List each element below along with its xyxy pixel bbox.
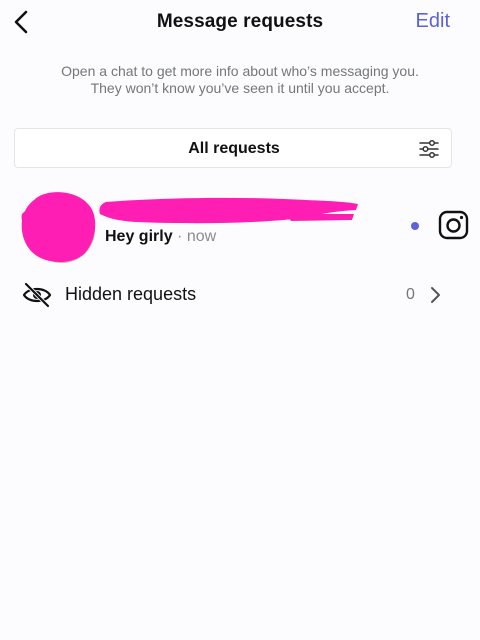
- page-title: Message requests: [156, 11, 324, 32]
- message-preview: Hey girly: [105, 228, 173, 245]
- eye-off-icon: [22, 282, 52, 308]
- unread-indicator: [411, 222, 419, 230]
- hidden-requests-count: 0: [406, 286, 415, 303]
- camera-icon[interactable]: [438, 210, 469, 240]
- info-text: Open a chat to get more info about who’s…: [20, 63, 460, 97]
- message-time: · now: [177, 228, 217, 245]
- sliders-icon[interactable]: [419, 139, 439, 159]
- info-line-2: They won’t know you’ve seen it until you…: [90, 80, 390, 96]
- info-line-1: Open a chat to get more info about who’s…: [61, 63, 419, 79]
- hidden-requests-row[interactable]: Hidden requests 0: [0, 276, 480, 314]
- edit-button[interactable]: Edit: [416, 10, 450, 33]
- filter-label: All requests: [188, 140, 280, 157]
- redacted-username: [99, 197, 358, 224]
- message-preview-line: Hey girly · now: [105, 228, 216, 246]
- hidden-requests-label: Hidden requests: [65, 284, 197, 304]
- requests-filter-bar[interactable]: All requests: [14, 128, 452, 168]
- header: Message requests Edit: [0, 0, 480, 46]
- message-request-row[interactable]: Hey girly · now: [0, 182, 480, 264]
- avatar: [21, 192, 96, 263]
- chevron-right-icon: [431, 287, 440, 303]
